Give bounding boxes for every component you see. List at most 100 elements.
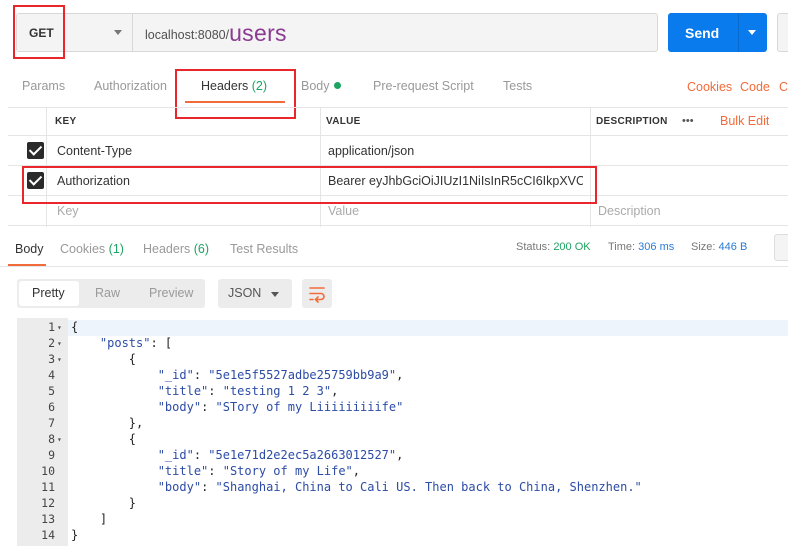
code-line: { bbox=[71, 320, 79, 334]
time-value: 306 ms bbox=[638, 241, 675, 253]
column-key: KEY bbox=[55, 115, 77, 127]
url-path: users bbox=[229, 20, 287, 46]
tab-response-headers[interactable]: Headers (6) bbox=[143, 242, 209, 256]
cookies-link[interactable]: Cookies bbox=[687, 80, 732, 94]
string-token: "5e1e71d2e2ec5a2663012527" bbox=[208, 448, 397, 462]
line-number: 4 bbox=[48, 368, 55, 382]
string-token: "_id" bbox=[157, 368, 194, 382]
column-value: VALUE bbox=[326, 115, 361, 127]
fold-arrow-icon[interactable]: ▾ bbox=[57, 339, 62, 348]
line-number: 3 bbox=[48, 352, 55, 366]
wrap-lines-button[interactable] bbox=[302, 279, 332, 308]
string-token: "title" bbox=[157, 384, 209, 398]
code-line: } bbox=[71, 496, 137, 510]
string-token: "testing 1 2 3" bbox=[222, 384, 332, 398]
url-host: localhost:8080/ bbox=[145, 28, 230, 42]
tab-response-cookies[interactable]: Cookies (1) bbox=[60, 242, 124, 256]
format-label: JSON bbox=[228, 286, 262, 300]
code-line: { bbox=[71, 432, 137, 446]
string-token: "5e1e5f5527adbe25759bb9a9" bbox=[208, 368, 397, 382]
tab-body[interactable]: Body bbox=[301, 79, 341, 93]
save-button[interactable] bbox=[777, 13, 788, 52]
line-number: 7 bbox=[48, 416, 55, 430]
annotation-authorization-box bbox=[22, 166, 597, 204]
tab-response-body[interactable]: Body bbox=[15, 242, 44, 256]
view-preview[interactable]: Preview bbox=[149, 286, 193, 300]
body-indicator-dot-icon bbox=[333, 82, 341, 89]
column-description: DESCRIPTION bbox=[596, 115, 668, 127]
description-input[interactable]: Description bbox=[598, 196, 661, 225]
string-token: "body" bbox=[157, 480, 202, 494]
chevron-down-icon bbox=[114, 30, 122, 35]
line-number: 14 bbox=[41, 528, 55, 542]
line-number: 10 bbox=[41, 464, 55, 478]
row-checkbox[interactable] bbox=[27, 136, 44, 165]
tab-pre-request-script[interactable]: Pre-request Script bbox=[373, 79, 474, 93]
headers-table-header: KEY VALUE DESCRIPTION ••• Bulk Edit bbox=[8, 107, 788, 136]
url-input[interactable]: localhost:8080/users bbox=[145, 19, 287, 47]
tab-response-cookies-label: Cookies bbox=[60, 242, 106, 256]
line-number: 5 bbox=[48, 384, 55, 398]
code-line: } bbox=[71, 528, 79, 542]
code-line: "body": "Shanghai, China to Cali US. The… bbox=[157, 480, 642, 494]
tab-tests[interactable]: Tests bbox=[503, 79, 532, 93]
code-line: "title": "Story of my Life", bbox=[157, 464, 361, 478]
time-readout: Time: 306 ms bbox=[608, 241, 674, 253]
header-value-cell[interactable]: application/json bbox=[328, 136, 414, 165]
string-token: "Shanghai, China to Cali US. Then back t… bbox=[215, 480, 642, 494]
tab-test-results[interactable]: Test Results bbox=[230, 242, 298, 256]
bulk-edit-link[interactable]: Bulk Edit bbox=[720, 107, 769, 135]
format-dropdown[interactable]: JSON bbox=[218, 279, 292, 308]
code-line: "_id": "5e1e71d2e2ec5a2663012527", bbox=[157, 448, 404, 462]
code-line: "title": "testing 1 2 3", bbox=[157, 384, 339, 398]
line-number: 2 bbox=[48, 336, 55, 350]
view-raw[interactable]: Raw bbox=[95, 286, 120, 300]
tab-authorization[interactable]: Authorization bbox=[94, 79, 167, 93]
response-body-editor[interactable]: 1 ▾{2 ▾ "posts": [3 ▾ {4 "_id": "5e1e5f5527… bbox=[17, 318, 788, 546]
code-line: ] bbox=[71, 512, 108, 526]
chevron-down-icon bbox=[271, 292, 279, 297]
code-line: }, bbox=[71, 416, 144, 430]
more-options-icon[interactable]: ••• bbox=[682, 107, 694, 135]
string-token: "Story of my Life" bbox=[222, 464, 353, 478]
size-value: 446 B bbox=[718, 241, 748, 253]
status-readout: Status: 200 OK bbox=[516, 241, 591, 253]
size-readout: Size: 446 B bbox=[691, 241, 747, 253]
send-button[interactable]: Send bbox=[668, 13, 767, 52]
annotation-method-box bbox=[13, 5, 65, 59]
divider bbox=[0, 266, 788, 267]
status-label: Status: bbox=[516, 241, 551, 253]
header-key-cell[interactable]: Content-Type bbox=[57, 136, 132, 165]
table-row: Content-Type application/json bbox=[8, 136, 788, 166]
code-link[interactable]: Code bbox=[740, 80, 770, 94]
tab-response-headers-count: (6) bbox=[193, 242, 210, 256]
status-value: 200 OK bbox=[553, 241, 591, 253]
string-token: "title" bbox=[157, 464, 209, 478]
code-line: "_id": "5e1e5f5527adbe25759bb9a9", bbox=[157, 368, 404, 382]
size-label: Size: bbox=[691, 241, 716, 253]
string-token: "body" bbox=[157, 400, 202, 414]
tab-params[interactable]: Params bbox=[22, 79, 65, 93]
tab-body-label: Body bbox=[301, 79, 330, 93]
time-label: Time: bbox=[608, 241, 636, 253]
fold-arrow-icon[interactable]: ▾ bbox=[57, 435, 62, 444]
send-options-chevron-icon[interactable] bbox=[748, 30, 756, 35]
code-line: { bbox=[71, 352, 137, 366]
save-response-button[interactable] bbox=[774, 234, 788, 261]
send-divider bbox=[738, 13, 739, 52]
fold-arrow-icon[interactable]: ▾ bbox=[57, 355, 62, 364]
line-number: 13 bbox=[41, 512, 55, 526]
line-number: 6 bbox=[48, 400, 55, 414]
string-token: "_id" bbox=[157, 448, 194, 462]
wrap-lines-icon bbox=[309, 287, 325, 303]
string-token: "posts" bbox=[99, 336, 151, 350]
checkmark-icon bbox=[27, 142, 44, 159]
code-line: "posts": [ bbox=[99, 336, 173, 350]
tab-response-headers-label: Headers bbox=[143, 242, 191, 256]
fold-arrow-icon[interactable]: ▾ bbox=[57, 323, 62, 332]
line-number: 12 bbox=[41, 496, 55, 510]
tab-response-cookies-count: (1) bbox=[108, 242, 124, 256]
comments-link[interactable]: Co bbox=[779, 80, 788, 94]
send-label: Send bbox=[685, 25, 720, 41]
view-pretty[interactable]: Pretty bbox=[32, 286, 65, 300]
